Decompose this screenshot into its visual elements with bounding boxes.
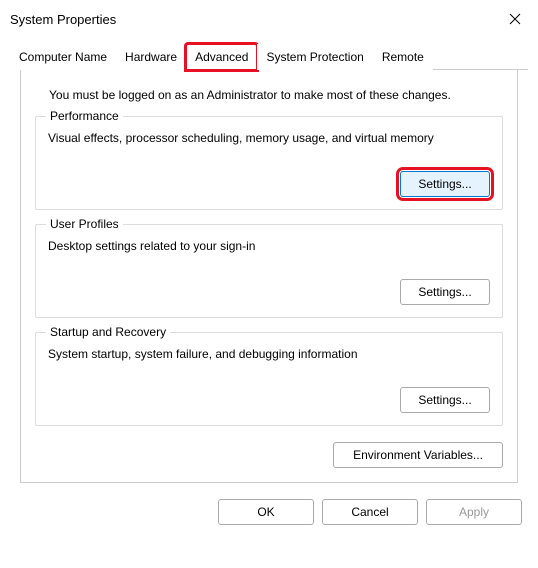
group-user-profiles-legend: User Profiles	[46, 217, 123, 231]
tab-advanced[interactable]: Advanced	[186, 44, 257, 70]
dialog-title: System Properties	[10, 12, 116, 27]
performance-settings-button[interactable]: Settings...	[400, 171, 490, 197]
tabs-container: Computer Name Hardware Advanced System P…	[0, 38, 538, 491]
group-startup-recovery-actions: Settings...	[48, 387, 490, 413]
group-user-profiles: User Profiles Desktop settings related t…	[35, 224, 503, 318]
tab-remote[interactable]: Remote	[373, 44, 433, 70]
dialog-footer: OK Cancel Apply	[0, 491, 538, 539]
close-icon	[509, 13, 521, 25]
cancel-button[interactable]: Cancel	[322, 499, 418, 525]
group-performance-legend: Performance	[46, 109, 123, 123]
tab-system-protection[interactable]: System Protection	[257, 44, 372, 70]
group-user-profiles-actions: Settings...	[48, 279, 490, 305]
system-properties-dialog: System Properties Computer Name Hardware…	[0, 0, 538, 568]
group-startup-recovery-desc: System startup, system failure, and debu…	[48, 347, 490, 361]
group-performance: Performance Visual effects, processor sc…	[35, 116, 503, 210]
close-button[interactable]	[500, 4, 530, 34]
environment-variables-row: Environment Variables...	[35, 442, 503, 468]
group-user-profiles-desc: Desktop settings related to your sign-in	[48, 239, 490, 253]
group-startup-recovery: Startup and Recovery System startup, sys…	[35, 332, 503, 426]
group-startup-recovery-legend: Startup and Recovery	[46, 325, 170, 339]
admin-note: You must be logged on as an Administrato…	[35, 88, 503, 102]
apply-button[interactable]: Apply	[426, 499, 522, 525]
tab-hardware[interactable]: Hardware	[116, 44, 186, 70]
startup-recovery-settings-button[interactable]: Settings...	[400, 387, 490, 413]
group-performance-actions: Settings...	[48, 171, 490, 197]
tabs: Computer Name Hardware Advanced System P…	[10, 44, 528, 70]
titlebar: System Properties	[0, 0, 538, 38]
tab-content-advanced: You must be logged on as an Administrato…	[20, 70, 518, 483]
tab-computer-name[interactable]: Computer Name	[10, 44, 116, 70]
user-profiles-settings-button[interactable]: Settings...	[400, 279, 490, 305]
environment-variables-button[interactable]: Environment Variables...	[333, 442, 503, 468]
ok-button[interactable]: OK	[218, 499, 314, 525]
group-performance-desc: Visual effects, processor scheduling, me…	[48, 131, 490, 145]
